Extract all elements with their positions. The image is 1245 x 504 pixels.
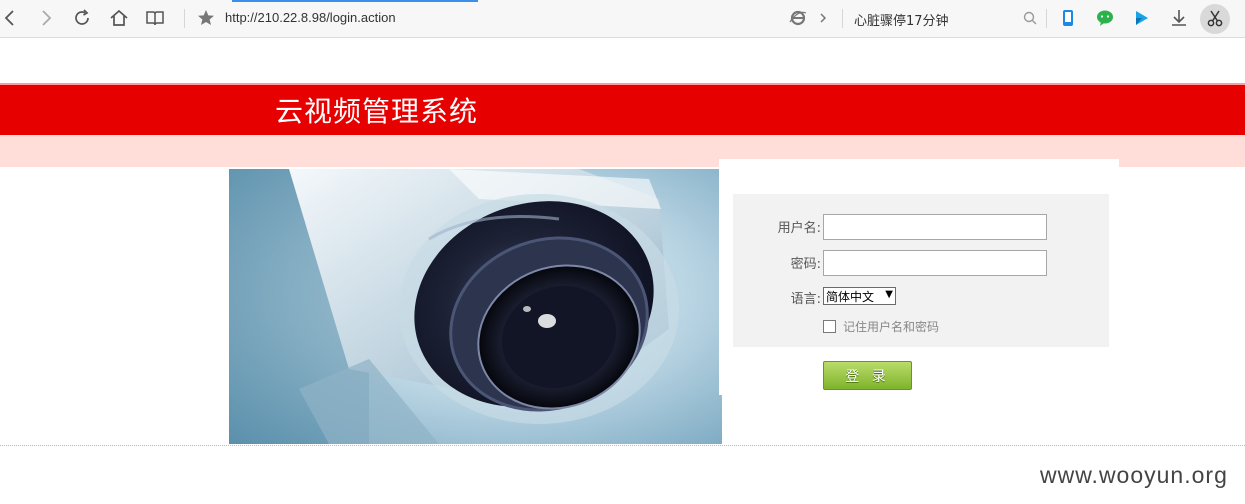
back-icon[interactable] xyxy=(0,7,22,29)
forward-icon[interactable] xyxy=(34,7,56,29)
chevron-right-icon[interactable] xyxy=(812,7,834,29)
login-button[interactable]: 登 录 xyxy=(823,361,912,390)
toolbar-separator xyxy=(842,9,843,28)
toolbar-separator xyxy=(184,9,185,28)
video-play-icon[interactable] xyxy=(1131,7,1153,29)
wechat-icon[interactable] xyxy=(1094,7,1116,29)
username-label: 用户名: xyxy=(777,221,821,236)
home-icon[interactable] xyxy=(108,7,130,29)
ie-compat-icon[interactable] xyxy=(787,7,809,29)
language-select[interactable]: 简体中文 ▼ xyxy=(823,287,896,305)
reading-mode-icon[interactable] xyxy=(144,7,166,29)
password-label: 密码: xyxy=(790,257,821,272)
scissors-icon[interactable] xyxy=(1204,7,1226,29)
browser-toolbar: http://210.22.8.98/login.action 心脏骤停17分钟 xyxy=(0,0,1245,38)
watermark: www.wooyun.org xyxy=(1040,462,1228,488)
refresh-icon[interactable] xyxy=(71,7,93,29)
download-icon[interactable] xyxy=(1168,7,1190,29)
camera-banner-image xyxy=(229,169,722,444)
search-icon[interactable] xyxy=(1019,7,1041,29)
language-selected-value: 简体中文 xyxy=(826,289,875,304)
header-red-band xyxy=(0,83,1245,136)
remember-checkbox[interactable] xyxy=(823,320,836,333)
bookmark-star-icon[interactable] xyxy=(195,7,217,29)
password-input[interactable] xyxy=(823,250,1047,276)
username-input[interactable] xyxy=(823,214,1047,240)
address-bar-url[interactable]: http://210.22.8.98/login.action xyxy=(225,10,396,25)
footer-divider xyxy=(0,445,1245,446)
chevron-down-icon: ▼ xyxy=(885,289,893,300)
active-tab-indicator xyxy=(232,0,478,2)
page-title: 云视频管理系统 xyxy=(275,95,479,128)
news-ticker[interactable]: 心脏骤停17分钟 xyxy=(854,10,949,29)
phone-icon[interactable] xyxy=(1057,7,1079,29)
toolbar-separator xyxy=(1046,9,1047,28)
remember-label[interactable]: 记住用户名和密码 xyxy=(843,318,939,335)
language-label: 语言: xyxy=(790,292,821,307)
